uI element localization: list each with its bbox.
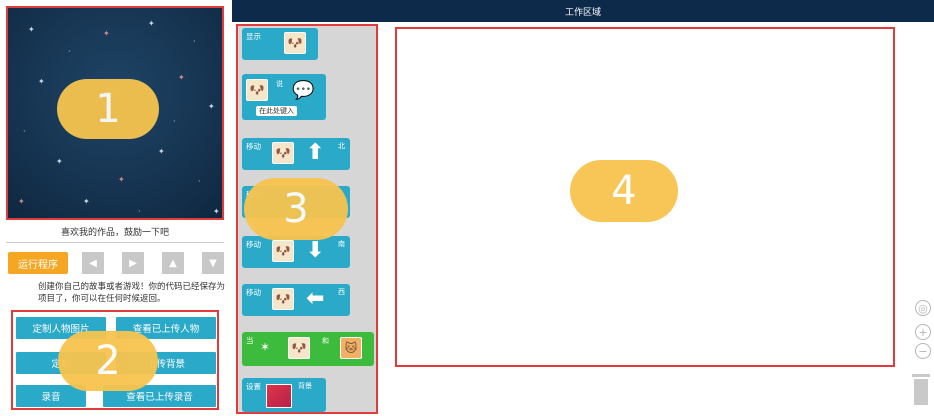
right-arrow-icon: ▶ [129, 257, 137, 269]
set-background-block[interactable]: 设置 背景 [242, 378, 326, 412]
move-label: 移动 [246, 288, 261, 297]
speech-bubble-icon: 💬 [292, 80, 315, 101]
badge-4: 4 [570, 160, 678, 222]
move-north-block[interactable]: 移动 🐶 ⬆ 北 [242, 138, 350, 170]
background-label: 背景 [298, 382, 312, 390]
trash-icon[interactable] [911, 372, 931, 406]
dog-sprite-icon: 🐶 [246, 79, 268, 101]
west-label: 西 [338, 288, 345, 296]
down-arrow-button[interactable]: ▼ [202, 252, 224, 274]
say-block[interactable]: 🐶 说 💬 在此处键入 [242, 74, 326, 120]
say-label: 说 [276, 80, 283, 88]
workspace-title-bar: 工作区域 [232, 0, 934, 22]
left-arrow-icon: ◀ [89, 257, 97, 269]
zoom-out-icon[interactable]: − [915, 343, 931, 359]
up-arrow-icon: ▲ [169, 257, 177, 269]
south-label: 南 [338, 240, 345, 248]
background-thumbnail-icon [266, 384, 292, 408]
dog-sprite-icon: 🐶 [272, 240, 294, 262]
recenter-icon[interactable]: ◎ [915, 300, 931, 316]
dog-sprite-icon: 🐶 [272, 288, 294, 310]
stage-caption: 喜欢我的作品，鼓励一下吧 [60, 228, 169, 238]
run-program-button[interactable]: 运行程序 [8, 252, 68, 274]
set-label: 设置 [246, 382, 261, 391]
move-label: 移动 [246, 240, 261, 249]
when-collide-block[interactable]: 当 ✶ 🐶 和 🐱 [242, 332, 374, 366]
dog-sprite-icon: 🐶 [288, 337, 310, 359]
down-arrow-icon: ▼ [209, 257, 217, 269]
and-label: 和 [322, 337, 329, 345]
project-description: 创建你自己的故事或者游戏！你的代码已经保存为项目了，你可以在任何时候返回。 [38, 282, 226, 304]
move-south-block[interactable]: 移动 🐶 ⬇ 南 [242, 236, 350, 268]
move-label: 移动 [246, 142, 261, 151]
left-arrow-icon: ⬅ [306, 286, 325, 311]
badge-3: 3 [244, 178, 348, 240]
left-arrow-button[interactable]: ◀ [82, 252, 104, 274]
dog-sprite-icon: 🐶 [284, 32, 306, 54]
badge-2: 2 [58, 331, 158, 391]
say-text-input[interactable]: 在此处键入 [256, 106, 297, 116]
north-label: 北 [338, 142, 345, 150]
badge-1: 1 [57, 79, 159, 139]
down-arrow-icon: ⬇ [306, 238, 325, 263]
show-block[interactable]: 显示 🐶 [242, 28, 318, 60]
show-label: 显示 [246, 32, 261, 41]
right-arrow-button[interactable]: ▶ [122, 252, 144, 274]
zoom-in-icon[interactable]: + [915, 324, 931, 340]
move-west-block[interactable]: 移动 🐶 ⬅ 西 [242, 284, 350, 316]
workspace-title: 工作区域 [564, 7, 601, 18]
dog-sprite-icon: 🐶 [272, 142, 294, 164]
collide-icon: ✶ [260, 340, 271, 354]
up-arrow-button[interactable]: ▲ [162, 252, 184, 274]
when-label: 当 [246, 336, 254, 345]
cat-sprite-icon: 🐱 [340, 337, 362, 359]
up-arrow-icon: ⬆ [306, 140, 325, 165]
divider [6, 242, 224, 243]
